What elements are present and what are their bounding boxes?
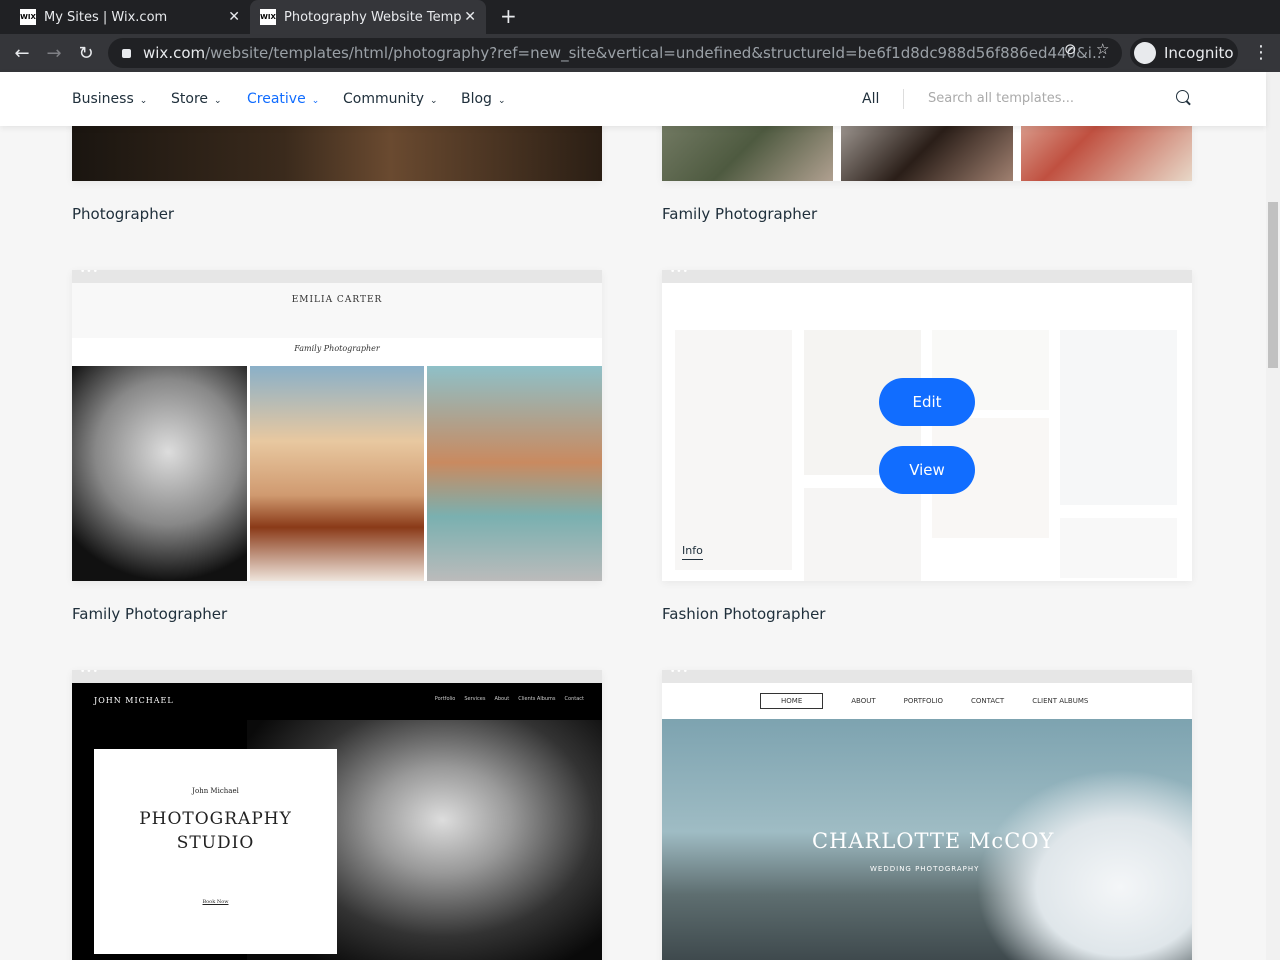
tab-strip: WIX My Sites | Wix.com ✕ WIX Photography…: [0, 0, 1280, 34]
incognito-profile-button[interactable]: Incognito: [1130, 38, 1238, 68]
nav-community[interactable]: Community ⌄: [343, 91, 438, 107]
template-thumbnail-family-photographer[interactable]: EMILIA CARTER Family Photographer: [72, 270, 602, 581]
window-bar: [662, 270, 1192, 283]
forward-icon[interactable]: →: [38, 43, 70, 64]
nav-business[interactable]: Business ⌄: [72, 91, 147, 107]
browser-toolbar: ← → ↻ wix.com/website/templates/html/pho…: [0, 34, 1280, 72]
lock-icon: [122, 48, 131, 58]
template-title[interactable]: Fashion Photographer: [662, 605, 825, 623]
window-bar: [662, 670, 1192, 683]
divider: [903, 89, 904, 109]
template-grid: Photographer Family Photographer EMILIA …: [0, 72, 1266, 960]
bookmark-star-icon[interactable]: ☆: [1096, 40, 1109, 58]
window-bar: [72, 670, 602, 683]
thumb-headline: STUDIO: [176, 833, 255, 853]
url-host: wix.com: [143, 44, 206, 62]
thumb-site-name: CHARLOTTE McCOY: [812, 829, 1055, 853]
nav-blog[interactable]: Blog ⌄: [461, 91, 506, 107]
nav-creative[interactable]: Creative ⌄: [247, 91, 319, 107]
template-title[interactable]: Family Photographer: [662, 205, 817, 223]
tab-photography-templates[interactable]: WIX Photography Website Temp ✕: [250, 0, 486, 34]
chevron-down-icon: ⌄: [214, 96, 222, 106]
thumb-headline: PHOTOGRAPHY: [139, 809, 292, 829]
thumb-subtitle: Family Photographer: [294, 344, 380, 353]
profile-label: Incognito: [1164, 44, 1234, 62]
thumb-site-name: JOHN MICHAEL: [94, 696, 174, 705]
wix-favicon-icon: WIX: [20, 9, 36, 25]
template-thumbnail-fashion-photographer[interactable]: Edit View Info: [662, 270, 1192, 581]
view-button[interactable]: View: [879, 446, 975, 494]
template-thumbnail-wedding-photographer[interactable]: HOMEABOUTPORTFOLIOCONTACTCLIENT ALBUMS C…: [662, 670, 1192, 960]
address-bar[interactable]: wix.com/website/templates/html/photograp…: [108, 38, 1122, 68]
nav-store[interactable]: Store ⌄: [171, 91, 222, 107]
incognito-icon: [1134, 42, 1156, 64]
template-title[interactable]: Family Photographer: [72, 605, 227, 623]
new-tab-button[interactable]: +: [500, 4, 517, 28]
url-path: /website/templates/html/photography?ref=…: [205, 44, 1107, 62]
search-scope-all[interactable]: All: [862, 91, 879, 107]
template-thumbnail-photography-studio[interactable]: JOHN MICHAEL PortfolioServicesAboutClien…: [72, 670, 602, 960]
chevron-down-icon: ⌄: [139, 96, 148, 106]
category-nav: Business ⌄ Store ⌄ Creative ⌄ Community ⌄ Bl…: [0, 72, 1266, 126]
thumb-site-name: EMILIA CARTER: [291, 295, 383, 305]
window-bar: [72, 270, 602, 283]
thumb-cta: Book Now: [202, 899, 229, 905]
template-title[interactable]: Photographer: [72, 205, 174, 223]
tab-my-sites[interactable]: WIX My Sites | Wix.com ✕: [10, 0, 250, 34]
tab-title: My Sites | Wix.com: [44, 9, 168, 25]
scrollbar-thumb[interactable]: [1268, 202, 1278, 368]
chevron-down-icon: ⌄: [311, 96, 320, 106]
back-icon[interactable]: ←: [6, 43, 38, 64]
search-icon[interactable]: [1176, 90, 1189, 103]
chevron-down-icon: ⌄: [430, 96, 438, 106]
tab-title: Photography Website Temp: [284, 9, 462, 25]
chevron-down-icon: ⌄: [497, 96, 506, 106]
reload-icon[interactable]: ↻: [70, 43, 102, 64]
info-link[interactable]: Info: [682, 544, 703, 560]
tracking-blocked-icon[interactable]: ⊘: [1064, 40, 1077, 58]
page-scrollbar[interactable]: [1266, 72, 1280, 960]
search-input[interactable]: Search all templates...: [928, 91, 1074, 106]
close-tab-icon[interactable]: ✕: [228, 9, 240, 25]
thumb-subtitle: WEDDING PHOTOGRAPHY: [870, 865, 980, 873]
edit-button[interactable]: Edit: [879, 378, 975, 426]
browser-menu-icon[interactable]: ⋮: [1252, 42, 1270, 63]
close-tab-icon[interactable]: ✕: [464, 9, 476, 25]
wix-favicon-icon: WIX: [260, 9, 276, 25]
thumb-small-name: John Michael: [192, 787, 239, 795]
